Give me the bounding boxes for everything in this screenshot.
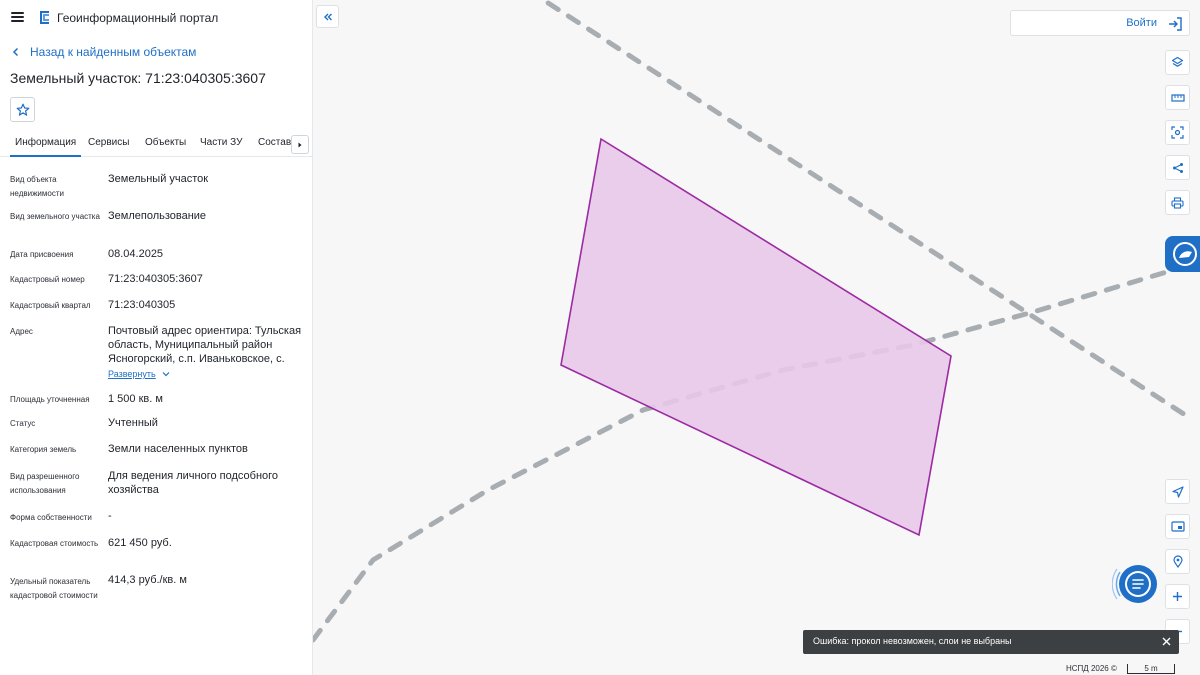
login-icon [1169,17,1182,31]
property-value: - [108,510,112,522]
favorite-button[interactable] [10,97,35,122]
property-label: Вид земельного участка [10,212,100,221]
printer-icon [1171,196,1184,209]
tab-objects[interactable]: Объекты [145,137,186,148]
property-label: Кадастровая стоимость [10,539,99,548]
expand-address-link[interactable]: Развернуть [108,369,170,379]
logo-icon [40,11,49,24]
app-title: Геоинформационный портал [57,11,219,25]
navigation-arrow-icon [1171,485,1184,498]
copyright-text: НСПД 2026 © [1066,664,1117,673]
select-area-button[interactable] [1165,120,1190,145]
chat-button[interactable] [1111,562,1162,606]
close-icon[interactable] [1161,636,1172,647]
tab-composition[interactable]: Состав [258,137,291,148]
area-select-icon [1171,126,1184,139]
property-value: 71:23:040305:3607 [108,273,203,285]
expand-label: Развернуть [108,369,156,379]
plus-icon [1173,592,1182,601]
property-label: Адрес [10,327,33,336]
toast-message: Ошибка: прокол невозможен, слои не выбра… [813,636,1012,646]
share-button[interactable] [1165,155,1190,180]
property-label: Вид разрешенного использования [10,472,80,495]
tab-information[interactable]: Информация [9,137,82,157]
object-title: Земельный участок: 71:23:040305:3607 [10,70,266,86]
tab-bar: Информация Сервисы Объекты Части ЗУ Сост… [0,128,312,157]
property-label: Категория земель [10,445,77,454]
chevron-right-icon [298,142,302,147]
chevron-down-icon [162,372,170,377]
property-value: 1 500 кв. м [108,393,163,405]
map-canvas[interactable] [313,0,1200,675]
assistant-icon [1173,242,1197,266]
star-icon [16,103,29,116]
layers-button[interactable] [1165,50,1190,75]
property-value: Земельный участок [108,173,209,185]
property-value: Земли населенных пунктов [108,443,248,455]
property-value: 621 450 руб. [108,537,172,549]
share-icon [1172,162,1183,173]
navigate-button[interactable] [1165,479,1190,504]
double-chevron-left-icon [323,13,332,20]
info-panel: Геоинформационный портал Назад к найденн… [0,0,313,675]
tab-services[interactable]: Сервисы [88,137,129,148]
property-value: Землепользование [108,210,207,222]
login-button[interactable]: Войти [1010,10,1190,36]
error-toast: Ошибка: прокол невозможен, слои не выбра… [803,630,1179,654]
property-label: Удельный показатель кадастровой стоимост… [10,577,98,600]
property-label: Кадастровый квартал [10,301,91,310]
locate-button[interactable] [1165,549,1190,574]
measure-button[interactable] [1165,85,1190,110]
back-to-results-link[interactable]: Назад к найденным объектам [11,44,196,60]
app-header: Геоинформационный портал [0,0,312,36]
property-label: Вид объекта недвижимости [10,175,64,198]
address-value: Почтовый адрес ориентира: Тульская облас… [108,325,302,365]
chat-icon [1111,565,1157,603]
minimap-icon [1170,521,1185,532]
login-label: Войти [1126,17,1157,29]
chevron-left-icon [12,47,19,57]
scale-bar: 5 m [1127,664,1175,674]
property-label: Площадь уточненная [10,395,90,404]
map-layer [313,0,1200,643]
back-link-label: Назад к найденным объектам [30,45,197,59]
menu-icon[interactable] [11,12,24,22]
property-value: 71:23:040305 [108,299,176,311]
ruler-icon [1170,93,1185,102]
property-label: Кадастровый номер [10,275,85,284]
layers-icon [1171,56,1184,67]
collapse-panel-button[interactable] [316,5,339,28]
land-parcel-polygon [560,137,952,537]
property-value: Учтенный [108,417,158,429]
location-icon [1172,555,1183,568]
tab-land-parts[interactable]: Части ЗУ [200,137,242,148]
tabs-next-button[interactable] [291,135,309,154]
property-value: 414,3 руб./кв. м [108,574,187,586]
assistant-button[interactable] [1165,236,1200,272]
property-value: Для ведения личного подсобного хозяйства [108,470,279,496]
minimap-button[interactable] [1165,514,1190,539]
property-label: Дата присвоения [10,250,74,259]
zoom-in-button[interactable] [1165,584,1190,609]
property-label: Форма собственности [10,513,92,522]
property-value: 08.04.2025 [108,248,164,260]
property-label: Статус [10,419,36,428]
print-button[interactable] [1165,190,1190,215]
